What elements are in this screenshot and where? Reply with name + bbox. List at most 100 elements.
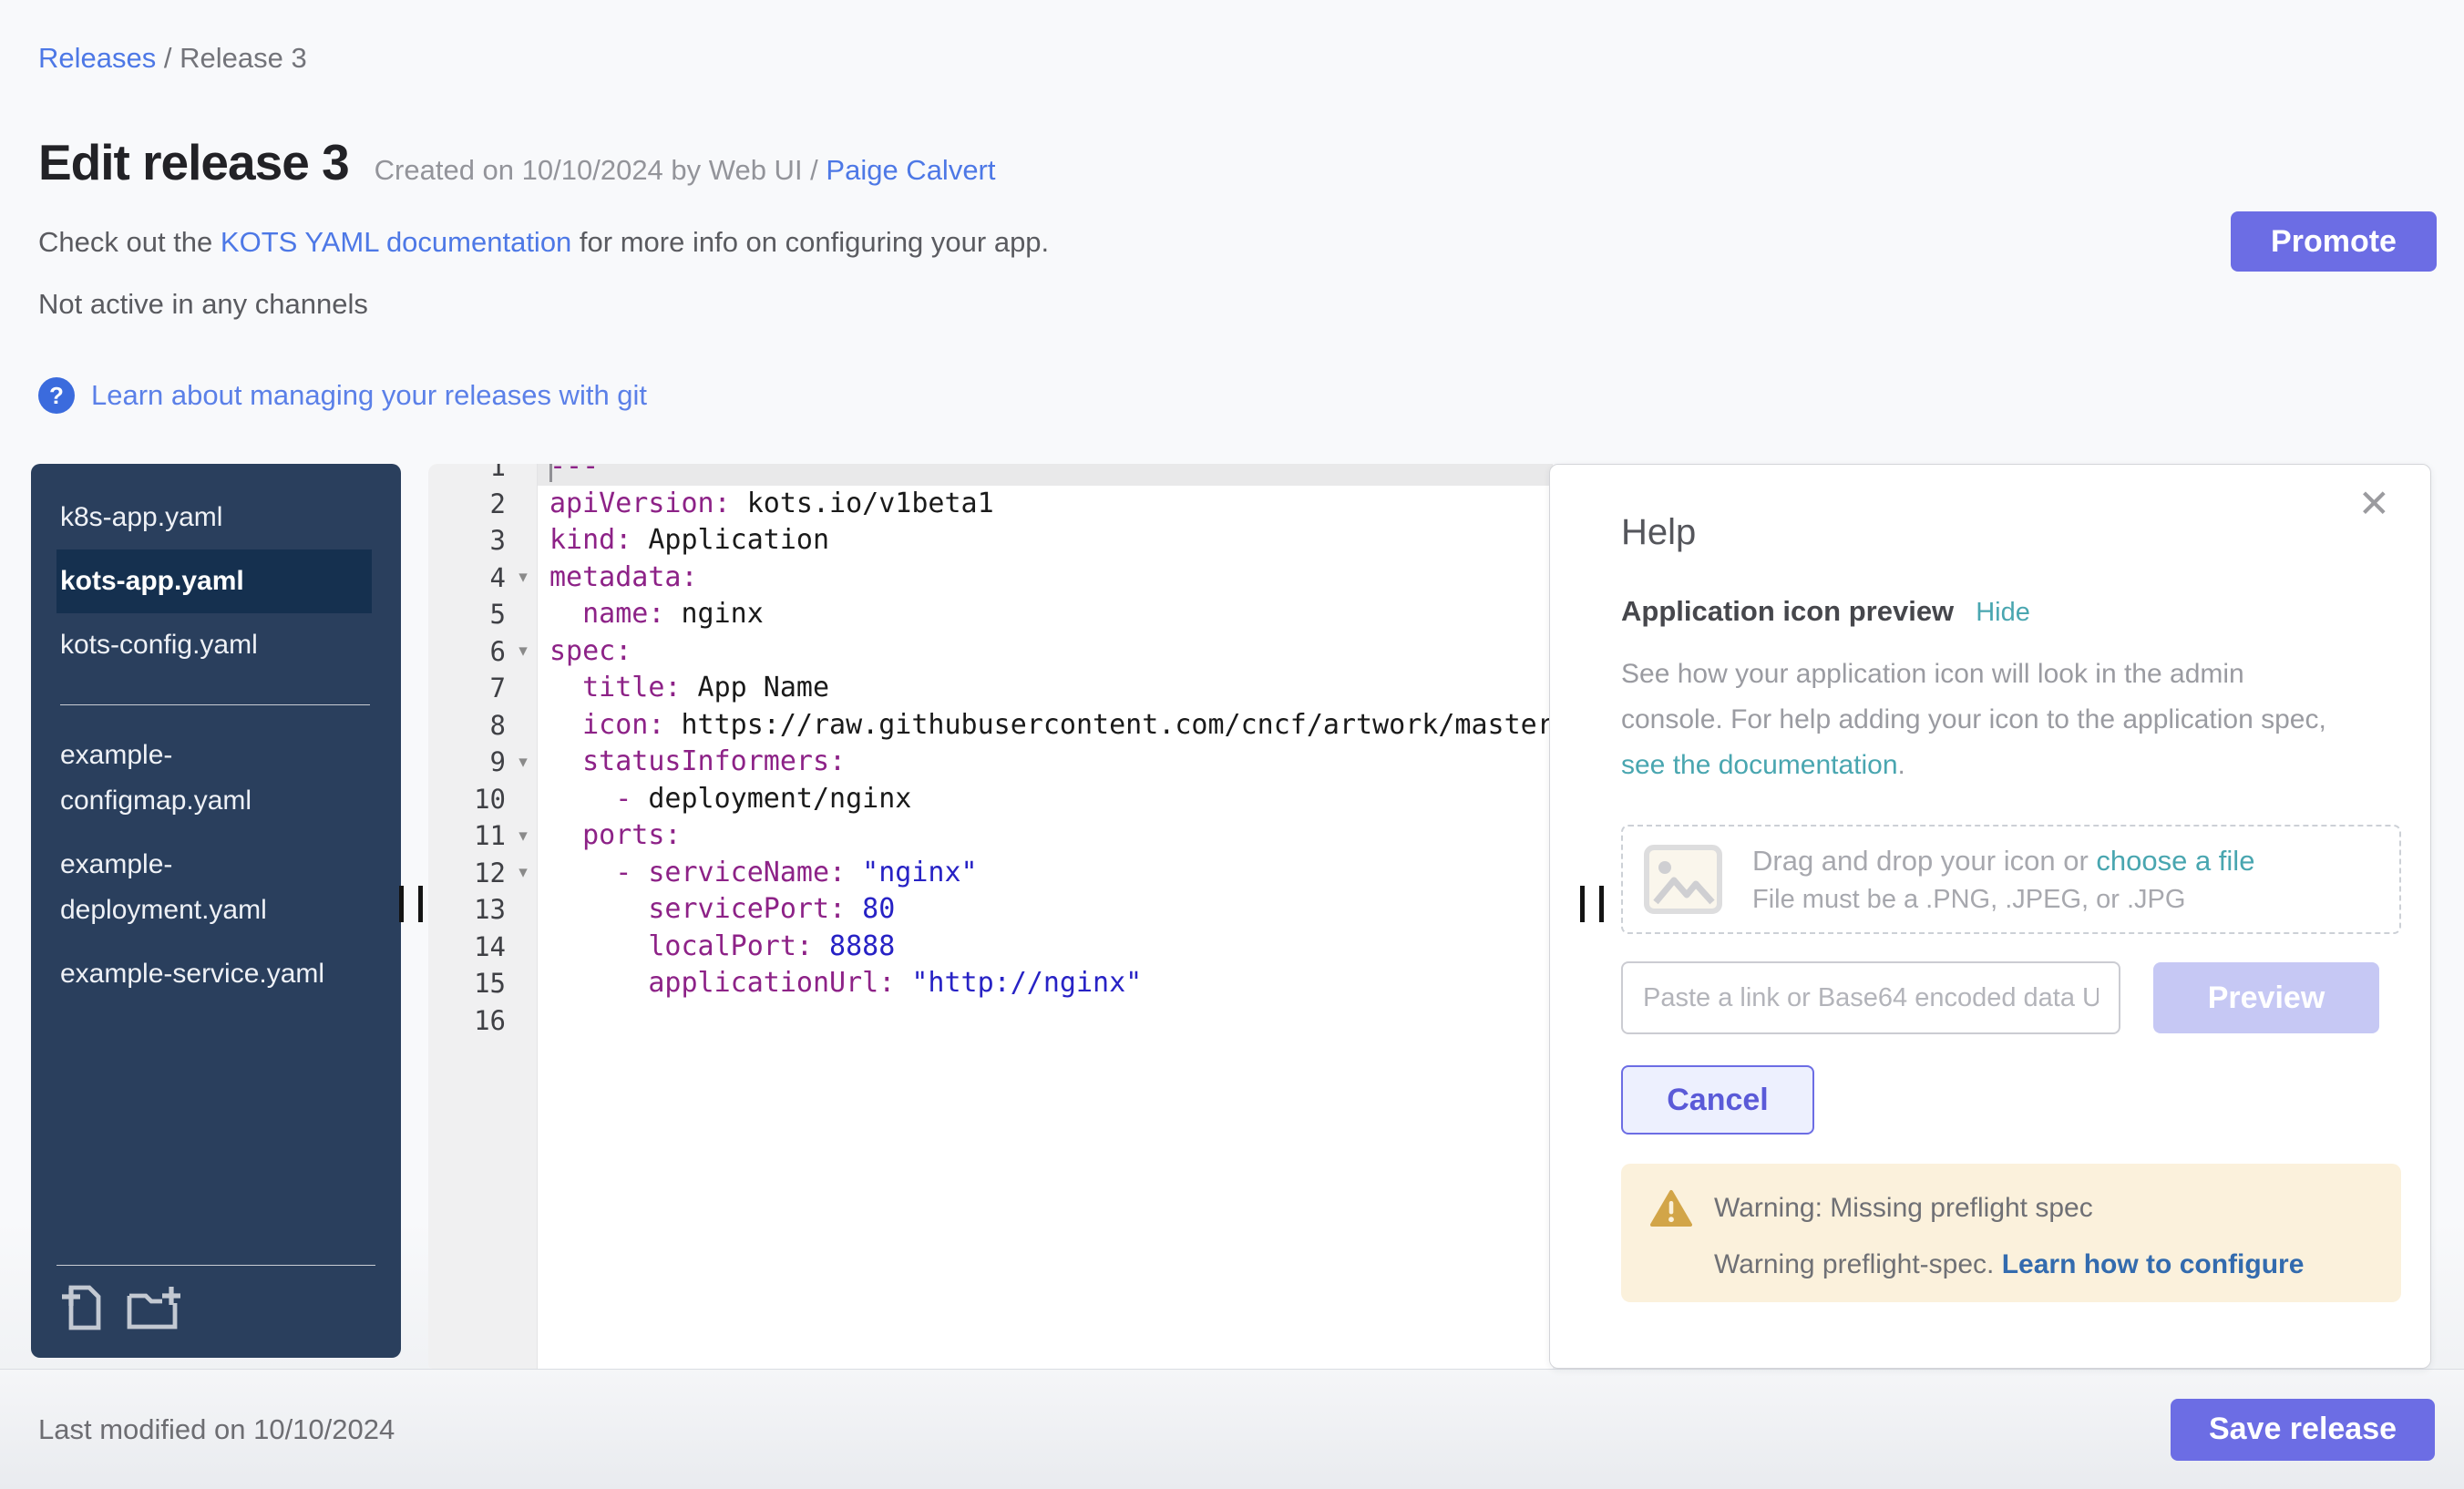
author-link[interactable]: Paige Calvert <box>826 154 995 186</box>
line-number: 11 <box>428 820 509 851</box>
kots-yaml-docs-link[interactable]: KOTS YAML documentation <box>221 226 571 258</box>
line-number: 1 <box>428 464 509 482</box>
breadcrumb-separator: / <box>156 42 180 74</box>
code-token <box>549 672 582 703</box>
icon-url-input[interactable] <box>1621 961 2120 1034</box>
code-line[interactable] <box>538 1002 1553 1040</box>
icon-preview-section-title: Application icon preview <box>1621 595 1954 628</box>
save-release-button[interactable]: Save release <box>2171 1399 2435 1461</box>
fold-arrow-icon[interactable]: ▾ <box>509 752 537 773</box>
file-tree-footer <box>56 1265 375 1336</box>
line-number: 2 <box>428 488 509 519</box>
code-token: servicePort: <box>648 893 846 925</box>
file-tree-item[interactable]: kots-app.yaml <box>56 549 372 613</box>
gutter-line: 9▾ <box>428 744 537 781</box>
created-text: Created on 10/10/2024 by Web UI / <box>375 154 826 186</box>
file-tree-item[interactable]: example-service.yaml <box>56 942 372 1006</box>
code-token: serviceName: <box>648 857 846 888</box>
add-folder-button[interactable] <box>124 1282 182 1336</box>
line-number: 7 <box>428 673 509 703</box>
icon-dropzone[interactable]: Drag and drop your icon or choose a file… <box>1621 825 2401 934</box>
file-tree-item[interactable]: kots-config.yaml <box>56 613 372 677</box>
learn-how-to-configure-link[interactable]: Learn how to configure <box>2002 1249 2305 1279</box>
editor-code-area[interactable]: --- apiVersion: kots.io/v1beta1kind: Appl… <box>538 464 1553 1369</box>
line-number: 13 <box>428 894 509 925</box>
code-token: - <box>615 783 648 815</box>
code-line[interactable]: kind: Application <box>538 522 1553 560</box>
code-line[interactable]: spec: <box>538 633 1553 671</box>
preflight-warning-box: Warning: Missing preflight spec Warning … <box>1621 1164 2401 1302</box>
add-folder-icon <box>124 1283 182 1332</box>
code-token: "nginx" <box>846 857 978 888</box>
code-line[interactable]: icon: https://raw.githubusercontent.com/… <box>538 707 1553 744</box>
close-icon[interactable]: ✕ <box>2358 485 2390 523</box>
code-token: kind: <box>549 524 631 556</box>
help-panel-title: Help <box>1621 512 2394 553</box>
code-line[interactable]: --- <box>538 464 1553 486</box>
footer-bar: Last modified on 10/10/2024 Save release <box>0 1369 2464 1489</box>
file-tree-sidebar: k8s-app.yamlkots-app.yamlkots-config.yam… <box>31 464 401 1358</box>
choose-file-link[interactable]: choose a file <box>2096 845 2254 877</box>
code-line[interactable]: title: App Name <box>538 670 1553 707</box>
file-tree-item[interactable]: k8s-app.yaml <box>56 486 372 549</box>
preview-button[interactable]: Preview <box>2153 962 2379 1033</box>
code-line[interactable]: name: nginx <box>538 596 1553 633</box>
line-number: 10 <box>428 784 509 815</box>
code-token <box>549 783 615 815</box>
fold-arrow-icon[interactable]: ▾ <box>509 567 537 588</box>
code-line[interactable]: apiVersion: kots.io/v1beta1 <box>538 486 1553 523</box>
code-token: applicationUrl: <box>648 967 895 999</box>
code-line[interactable]: servicePort: 80 <box>538 891 1553 929</box>
code-line[interactable]: ports: <box>538 817 1553 855</box>
channel-status: Not active in any channels <box>38 288 2426 321</box>
cancel-button[interactable]: Cancel <box>1621 1065 1814 1135</box>
line-number: 14 <box>428 931 509 962</box>
line-number: 12 <box>428 857 509 888</box>
fold-arrow-icon[interactable]: ▾ <box>509 826 537 847</box>
add-file-button[interactable] <box>56 1282 104 1336</box>
top-bar: Releases / Release 3 Edit release 3 Crea… <box>0 0 2464 414</box>
see-documentation-link[interactable]: see the documentation <box>1621 750 1898 780</box>
code-token: "http://nginx" <box>895 967 1142 999</box>
gutter-line: 8 <box>428 707 537 744</box>
gutter-line: 15 <box>428 965 537 1002</box>
warning-title: Warning: Missing preflight spec <box>1714 1193 2093 1224</box>
fold-arrow-icon[interactable]: ▾ <box>509 641 537 662</box>
code-token: name: <box>582 598 664 630</box>
breadcrumb-current: Release 3 <box>180 42 307 74</box>
code-line[interactable]: statusInformers: <box>538 744 1553 781</box>
code-token: localPort: <box>648 930 813 962</box>
hide-link[interactable]: Hide <box>1976 598 2030 628</box>
fold-arrow-icon[interactable]: ▾ <box>509 862 537 883</box>
code-line[interactable]: - serviceName: "nginx" <box>538 855 1553 892</box>
code-line[interactable]: applicationUrl: "http://nginx" <box>538 965 1553 1002</box>
promote-button[interactable]: Promote <box>2231 211 2437 272</box>
file-tree-item[interactable]: example-configmap.yaml <box>56 724 372 833</box>
code-token: title: <box>582 672 681 703</box>
code-token: 8888 <box>813 930 895 962</box>
code-token: --- <box>549 464 599 482</box>
code-line[interactable]: localPort: 8888 <box>538 929 1553 966</box>
line-number: 15 <box>428 968 509 999</box>
code-token: App Name <box>682 672 830 703</box>
dropzone-file-requirements: File must be a .PNG, .JPEG, or .JPG <box>1752 885 2254 915</box>
help-panel-resize-handle[interactable] <box>1580 886 1604 922</box>
breadcrumb: Releases / Release 3 <box>38 42 2426 75</box>
code-token <box>549 745 582 777</box>
code-line[interactable]: - deployment/nginx <box>538 781 1553 818</box>
icon-preview-description: See how your application icon will look … <box>1621 652 2346 788</box>
help-panel: ✕ Help Application icon preview Hide See… <box>1549 464 2431 1369</box>
file-tree-divider <box>60 704 370 705</box>
code-line[interactable]: metadata: <box>538 560 1553 597</box>
code-token: spec: <box>549 635 631 667</box>
description-period: . <box>1898 750 1905 780</box>
code-token <box>549 857 615 888</box>
sidebar-resize-handle[interactable] <box>399 886 423 922</box>
yaml-code-editor[interactable]: 1234▾56▾789▾1011▾12▾13141516 ---apiVersi… <box>428 464 1553 1369</box>
code-token <box>549 709 582 741</box>
file-tree-item[interactable]: example-deployment.yaml <box>56 833 372 942</box>
breadcrumb-releases-link[interactable]: Releases <box>38 42 156 74</box>
git-releases-help-link[interactable]: Learn about managing your releases with … <box>91 379 647 412</box>
line-number: 16 <box>428 1005 509 1036</box>
line-number: 4 <box>428 562 509 593</box>
